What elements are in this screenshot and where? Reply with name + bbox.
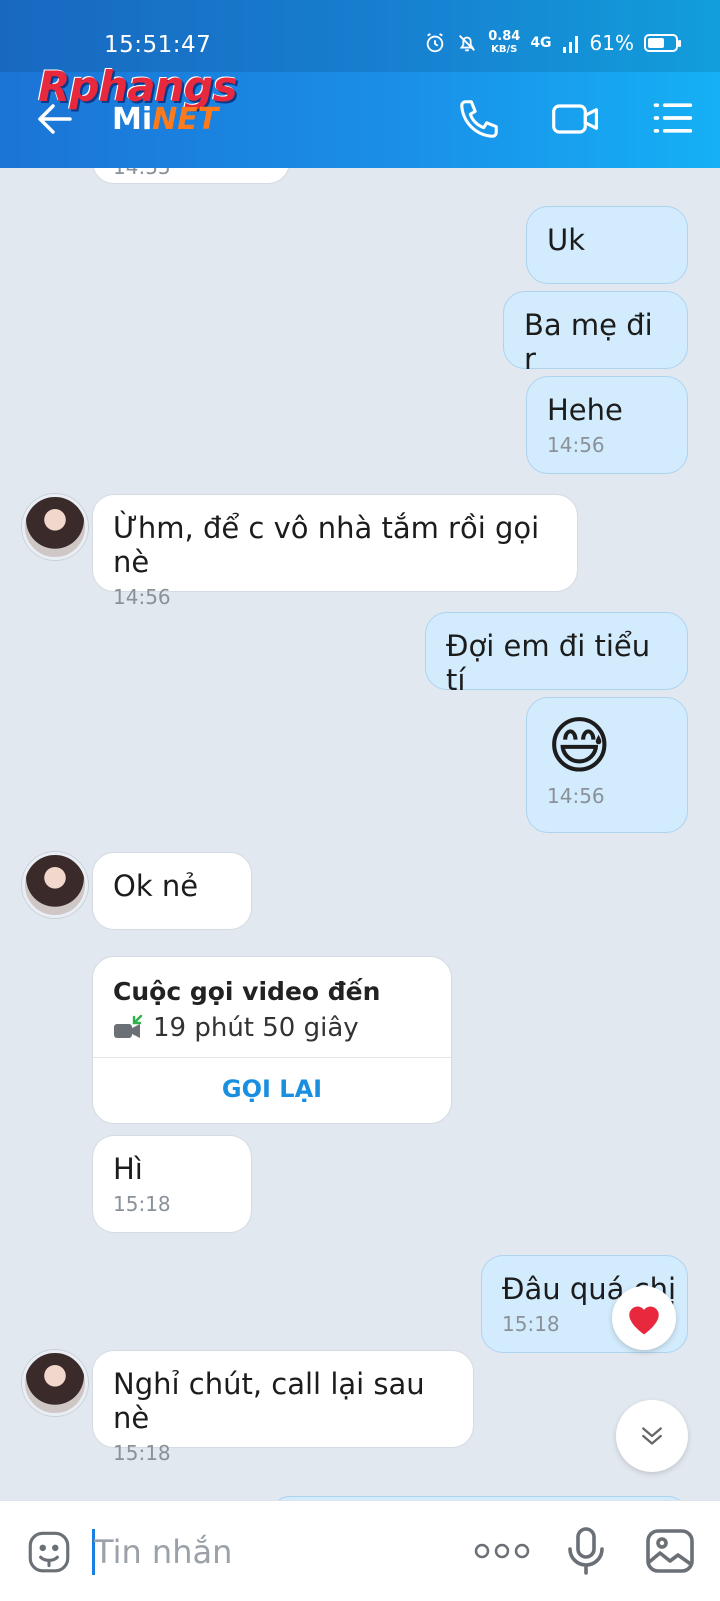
app-header: 15:51:47 0.84 KB/S 4G 61% Rphangs MiNET bbox=[0, 0, 720, 168]
bell-off-icon bbox=[459, 35, 476, 52]
message-bubble-incoming[interactable]: Ok nẻ bbox=[92, 852, 252, 930]
message-text: Hì bbox=[113, 1152, 143, 1186]
image-gallery-icon[interactable] bbox=[644, 1527, 696, 1575]
message-list[interactable]: 14:55 Uk Ba mẹ đi r Hehe 14:56 Ừhm, để c… bbox=[0, 168, 720, 1500]
reaction-heart-button[interactable] bbox=[612, 1286, 676, 1350]
video-call-icon[interactable] bbox=[550, 96, 602, 142]
message-bubble-incoming: 14:55 bbox=[92, 168, 290, 184]
double-chevron-down-icon bbox=[642, 1427, 662, 1445]
message-text: Hehe bbox=[547, 393, 623, 427]
contact-avatar[interactable] bbox=[22, 1350, 88, 1416]
nav-bar: Rphangs MiNET bbox=[0, 62, 720, 168]
heart-icon bbox=[629, 1306, 659, 1335]
message-timestamp: 14:56 bbox=[547, 433, 605, 457]
phone-call-icon[interactable] bbox=[456, 96, 502, 142]
call-title: Cuộc gọi video đến bbox=[113, 977, 381, 1006]
call-back-button[interactable]: GỌI LẠI bbox=[93, 1075, 451, 1103]
message-bubble-incoming[interactable]: Ừhm, để c vô nhà tắm rồi gọi nè 14:56 bbox=[92, 494, 578, 609]
message-bubble-outgoing[interactable]: Ba mẹ đi r bbox=[503, 291, 688, 376]
signal-icon bbox=[562, 36, 578, 53]
message-timestamp: 14:56 bbox=[113, 585, 171, 609]
battery-icon bbox=[644, 34, 681, 52]
battery-percent: 61% bbox=[589, 31, 634, 55]
alarm-icon bbox=[426, 33, 444, 53]
message-text: Ừhm, để c vô nhà tắm rồi gọi nè bbox=[113, 511, 540, 579]
emoji-message: 😅 bbox=[547, 709, 612, 782]
network-speed: 0.84 KB/S bbox=[488, 29, 521, 55]
message-timestamp: 15:18 bbox=[113, 1192, 171, 1216]
message-text: Ba mẹ đi r bbox=[524, 308, 653, 376]
message-text: Ok nẻ bbox=[113, 869, 199, 903]
microphone-icon[interactable] bbox=[566, 1525, 606, 1577]
message-text: Uk bbox=[547, 223, 586, 257]
message-bubble-outgoing[interactable]: 😅 14:56 bbox=[526, 697, 688, 833]
incoming-video-call-icon bbox=[114, 1014, 143, 1038]
divider bbox=[93, 1057, 451, 1058]
message-bubble-incoming[interactable]: Hì 15:18 bbox=[92, 1135, 252, 1233]
message-input-bar bbox=[0, 1500, 720, 1601]
status-icons: 0.84 KB/S 4G 61% bbox=[424, 29, 681, 56]
scroll-to-bottom-button[interactable] bbox=[616, 1400, 688, 1472]
message-bubble-incoming[interactable]: Nghỉ chút, call lại sau nè 15:18 bbox=[92, 1350, 474, 1465]
sticker-emoji-icon[interactable] bbox=[24, 1527, 74, 1577]
message-bubble-outgoing[interactable]: Uk bbox=[526, 206, 688, 284]
message-bubble-outgoing[interactable]: Hehe 14:56 bbox=[526, 376, 688, 474]
message-text: Đợi em đi tiểu tí bbox=[446, 629, 651, 697]
network-type: 4G bbox=[530, 35, 552, 51]
message-timestamp: 15:18 bbox=[113, 1441, 171, 1465]
menu-list-icon[interactable] bbox=[650, 96, 694, 140]
video-call-card: Cuộc gọi video đến 19 phút 50 giây GỌI L… bbox=[92, 956, 452, 1124]
watermark-subtitle: MiNET bbox=[112, 102, 219, 137]
call-duration: 19 phút 50 giây bbox=[113, 1013, 359, 1043]
message-input[interactable] bbox=[92, 1523, 436, 1581]
message-timestamp: 14:56 bbox=[547, 784, 605, 808]
contact-avatar[interactable] bbox=[22, 494, 88, 560]
message-bubble-outgoing[interactable]: Đợi em đi tiểu tí bbox=[425, 612, 688, 697]
contact-avatar[interactable] bbox=[22, 852, 88, 918]
more-options-icon[interactable] bbox=[474, 1539, 530, 1563]
status-time: 15:51:47 bbox=[104, 32, 212, 58]
message-text: Nghỉ chút, call lại sau nè bbox=[113, 1367, 425, 1435]
